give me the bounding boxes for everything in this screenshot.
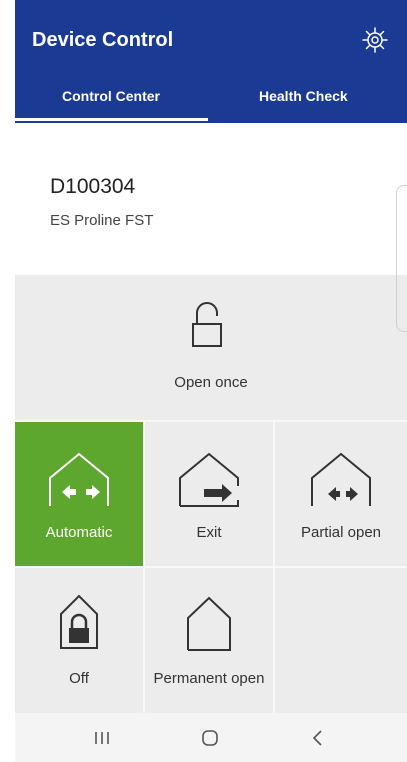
home-icon[interactable] (195, 727, 225, 749)
device-model: ES Proline FST (50, 212, 154, 229)
system-nav-bar (15, 713, 407, 762)
mode-exit-button[interactable]: Exit (145, 422, 273, 566)
house-bidirectional-arrow-icon (311, 452, 371, 506)
mode-exit-label: Exit (196, 524, 222, 541)
house-outline-icon (187, 596, 231, 651)
mode-off-label: Off (69, 670, 89, 687)
app-screen: Device Control Control Center Health Che… (15, 0, 407, 762)
page-title: Device Control (32, 29, 174, 51)
device-id: D100304 (50, 175, 136, 198)
recent-apps-icon[interactable] (87, 727, 117, 749)
tab-control-center[interactable]: Control Center (62, 88, 160, 104)
mode-automatic-button[interactable]: Automatic (15, 422, 143, 566)
empty-cell (275, 568, 407, 712)
mode-permanent-open-label: Permanent open (153, 670, 265, 687)
next-card-peek[interactable] (396, 185, 407, 332)
active-tab-indicator (15, 118, 208, 121)
open-once-button[interactable]: Open once (15, 276, 407, 420)
house-exit-arrow-icon (179, 452, 239, 507)
mode-automatic-label: Automatic (45, 524, 113, 541)
app-header: Device Control Control Center Health Che… (15, 0, 407, 123)
gear-icon[interactable] (361, 26, 389, 54)
screen-left-edge (0, 0, 15, 762)
house-lock-icon (60, 594, 98, 649)
mode-partial-open-label: Partial open (300, 524, 382, 541)
mode-partial-open-button[interactable]: Partial open (275, 422, 407, 566)
device-card: D100304 ES Proline FST (15, 123, 407, 275)
house-bidirectional-arrow-icon (49, 452, 109, 506)
unlocked-padlock-icon (192, 302, 222, 347)
tab-health-check[interactable]: Health Check (259, 88, 348, 104)
back-icon[interactable] (303, 727, 333, 749)
mode-permanent-open-button[interactable]: Permanent open (145, 568, 273, 712)
mode-off-button[interactable]: Off (15, 568, 143, 712)
open-once-label: Open once (174, 374, 248, 391)
